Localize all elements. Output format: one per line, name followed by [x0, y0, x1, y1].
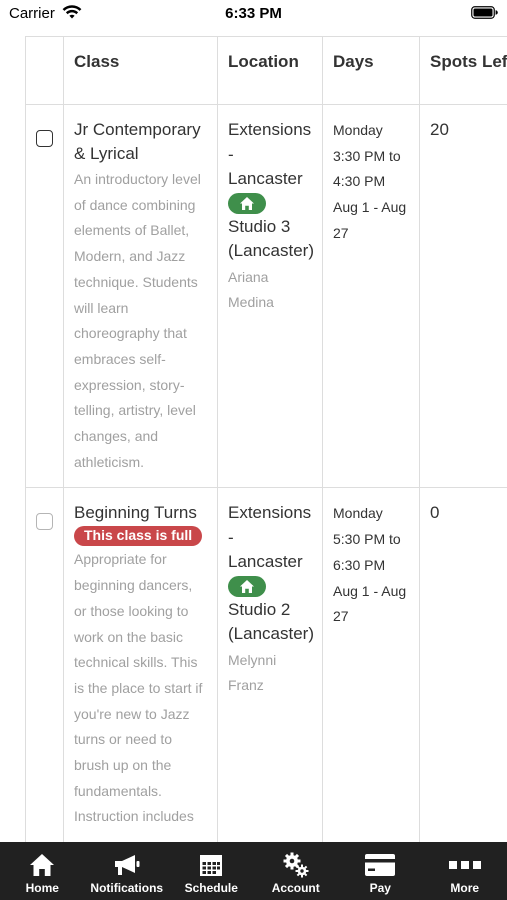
- location-name: Extensions - Lancaster: [228, 503, 312, 572]
- days-cell: Monday 5:30 PM to 6:30 PM Aug 1 - Aug 27: [322, 487, 420, 842]
- location-cell: Extensions - Lancaster Studio 2 (Lancast…: [217, 487, 323, 842]
- tab-pay[interactable]: Pay: [338, 842, 423, 900]
- tab-label: Schedule: [184, 881, 238, 895]
- spots-left-value: 20: [430, 120, 449, 139]
- location-name: Extensions - Lancaster: [228, 120, 312, 188]
- more-dots-icon: [448, 851, 482, 879]
- status-time: 6:33 PM: [225, 5, 282, 22]
- battery-icon: [471, 6, 498, 24]
- table-header-row: Class Location Days Spots Left: [25, 36, 507, 105]
- tab-label: Account: [271, 881, 320, 895]
- spots-cell: 20: [419, 104, 507, 489]
- select-cell: [25, 104, 64, 489]
- home-icon: [29, 851, 55, 879]
- home-location-badge: [228, 575, 266, 597]
- bottom-tab-bar: Home Notifications Schedule Account Pay …: [0, 842, 507, 900]
- header-select: [25, 36, 64, 105]
- class-cell: Jr Contemporary & Lyrical An introductor…: [63, 104, 218, 489]
- class-cell: Beginning Turns This class is full Appro…: [63, 487, 218, 842]
- tab-label: Notifications: [90, 881, 164, 895]
- tab-more[interactable]: More: [423, 842, 507, 900]
- class-schedule: Monday 5:30 PM to 6:30 PM Aug 1 - Aug 27: [333, 505, 407, 625]
- class-table-scroll[interactable]: Class Location Days Spots Left Jr Contem…: [25, 36, 507, 842]
- tab-account[interactable]: Account: [254, 842, 339, 900]
- table-row: Jr Contemporary & Lyrical An introductor…: [25, 104, 507, 489]
- home-location-badge: [228, 192, 266, 214]
- header-spots-left: Spots Left: [419, 36, 507, 105]
- class-select-checkbox-disabled: [36, 513, 53, 531]
- megaphone-icon: [113, 851, 141, 879]
- instructor-name: Ariana Medina: [228, 268, 274, 310]
- tab-notifications[interactable]: Notifications: [85, 842, 170, 900]
- class-select-checkbox[interactable]: [36, 130, 53, 147]
- class-full-badge: This class is full: [74, 526, 203, 547]
- studio-name: Studio 2 (Lancaster): [228, 599, 314, 644]
- tab-label: More: [450, 881, 480, 895]
- studio-name: Studio 3 (Lancaster): [228, 216, 314, 261]
- class-schedule: Monday 3:30 PM to 4:30 PM Aug 1 - Aug 27: [333, 122, 407, 241]
- home-icon: [240, 196, 254, 210]
- class-name: Beginning Turns: [74, 503, 197, 523]
- class-list-content: Class Location Days Spots Left Jr Contem…: [0, 27, 507, 842]
- days-cell: Monday 3:30 PM to 4:30 PM Aug 1 - Aug 27: [322, 104, 420, 489]
- tab-home[interactable]: Home: [0, 842, 85, 900]
- status-bar: Carrier 6:33 PM: [0, 0, 507, 27]
- header-class: Class: [63, 36, 218, 105]
- table-row: Beginning Turns This class is full Appro…: [25, 487, 507, 842]
- class-description: Appropriate for beginning dancers, or th…: [74, 551, 203, 825]
- header-location: Location: [217, 36, 323, 105]
- home-icon: [240, 579, 254, 593]
- credit-card-icon: [364, 851, 396, 879]
- tab-label: Pay: [369, 881, 391, 895]
- header-days: Days: [322, 36, 420, 105]
- class-name: Jr Contemporary & Lyrical: [74, 120, 201, 163]
- select-cell: [25, 487, 64, 842]
- location-cell: Extensions - Lancaster Studio 3 (Lancast…: [217, 104, 323, 489]
- class-description: An introductory level of dance combining…: [74, 171, 201, 470]
- gears-icon: [282, 851, 310, 879]
- class-table: Class Location Days Spots Left Jr Contem…: [25, 36, 507, 842]
- tab-schedule[interactable]: Schedule: [169, 842, 254, 900]
- instructor-name: Melynni Franz: [228, 651, 277, 693]
- tab-label: Home: [25, 881, 59, 895]
- spots-cell: 0: [419, 487, 507, 842]
- app-screen: Carrier 6:33 PM Class Location Days Spot…: [0, 0, 507, 900]
- spots-left-value: 0: [430, 503, 440, 523]
- calendar-icon: [199, 851, 223, 879]
